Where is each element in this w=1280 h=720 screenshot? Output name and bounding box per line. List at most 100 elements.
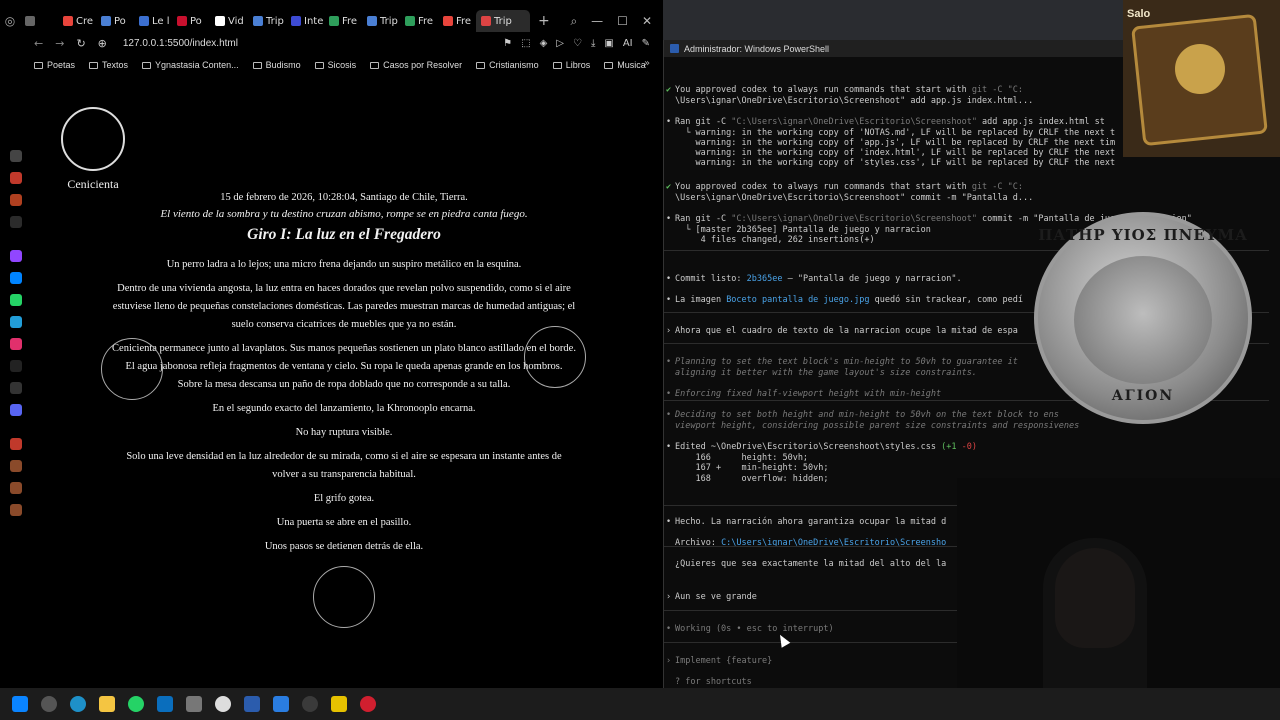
terminal-text: Ran git -C	[675, 214, 732, 224]
bookmark-folder[interactable]: Ygnastasia Conten...	[142, 58, 239, 72]
browser-tab[interactable]: Fre	[438, 10, 476, 32]
terminal-text: Deciding to set both height and min-heig…	[675, 410, 1059, 420]
browser-menu-icon[interactable]: ◎	[0, 14, 20, 28]
settings-icon[interactable]	[10, 504, 22, 516]
store-icon[interactable]	[157, 696, 173, 712]
browser-tab[interactable]: Le l	[134, 10, 172, 32]
folder-icon	[252, 61, 262, 69]
terminal-line: ✔ You approved codex to always run comman…	[664, 182, 1023, 193]
bookmark-icon[interactable]: ⚑	[503, 38, 512, 49]
windows-start-icon[interactable]	[12, 696, 28, 712]
back-button[interactable]: ←	[34, 37, 43, 50]
browser-tab[interactable]: Trip	[476, 10, 530, 32]
discord-icon[interactable]	[10, 404, 22, 416]
bullet-icon: •	[666, 517, 672, 527]
terminal-line: warning: in the working copy of 'app.js'…	[664, 138, 1115, 149]
pen-icon[interactable]: ✎	[642, 38, 650, 49]
sidebar-app-icon[interactable]	[10, 172, 22, 184]
edge-icon[interactable]	[70, 696, 86, 712]
search-tabs-icon[interactable]: ⌕	[570, 14, 577, 29]
sidebar-app-icon[interactable]	[10, 460, 22, 472]
maximize-button[interactable]: ☐	[617, 14, 628, 29]
terminal-line: • Deciding to set both height and min-hei…	[664, 410, 1059, 421]
whatsapp-icon[interactable]	[10, 294, 22, 306]
tiktok-icon[interactable]	[10, 360, 22, 372]
browser-tab[interactable]: Cre	[58, 10, 96, 32]
browser-tab[interactable]: Trip	[248, 10, 286, 32]
bullet-icon: •	[666, 624, 672, 634]
heart-icon[interactable]	[10, 438, 22, 450]
play-icon[interactable]: ▷	[556, 38, 564, 49]
streamer-card: Salo	[1123, 0, 1280, 157]
terminal-text: 166 height: 50vh;	[675, 453, 809, 463]
chatgpt-icon[interactable]	[215, 696, 231, 712]
minimize-button[interactable]: —	[591, 14, 603, 29]
browser-tab[interactable]: Inte	[286, 10, 324, 32]
bookmark-folder[interactable]: Cristianismo	[476, 58, 539, 72]
forward-button[interactable]: →	[55, 37, 64, 50]
terminal-text: -0)	[956, 442, 977, 452]
emblem-image	[1175, 44, 1225, 94]
notes-icon[interactable]	[331, 696, 347, 712]
bullet-icon: •	[666, 389, 672, 399]
heart-icon[interactable]: ♡	[573, 38, 582, 49]
whatsapp-icon[interactable]	[128, 696, 144, 712]
tab-bar: ◎ Cre Po Le l Po Vid Trip Inte Fre Trip Fre Fre Tri…	[0, 8, 660, 34]
choice-ring[interactable]	[313, 566, 375, 628]
terminal-text: Enforcing fixed half-viewport height wit…	[675, 389, 942, 399]
folder-icon	[604, 61, 614, 69]
app-icon[interactable]	[302, 696, 318, 712]
terminal-text: └ [master 2b365ee] Pantalla de juego y n…	[675, 225, 931, 235]
search-icon[interactable]	[41, 696, 57, 712]
bookmark-folder[interactable]: Poetas	[34, 58, 75, 72]
folder-icon	[476, 61, 486, 69]
toolbar-icons: ⚑ ⬚ ◈ ▷ ♡ ⤓ ▣ AI ✎	[503, 38, 660, 49]
bookmark-folder[interactable]: Textos	[89, 58, 128, 72]
bookmark-folder[interactable]: Casos por Resolver	[370, 58, 462, 72]
moon-icon[interactable]	[10, 150, 22, 162]
browser-tab[interactable]: Trip	[362, 10, 400, 32]
narration-paragraph: Un perro ladra a lo lejos; una micro fre…	[166, 259, 522, 270]
file-explorer-icon[interactable]	[99, 696, 115, 712]
bookmark-folder[interactable]: Sicosis	[314, 58, 356, 72]
close-button[interactable]: ✕	[642, 14, 652, 29]
sidebar-app-icon[interactable]	[10, 482, 22, 494]
twitch-icon[interactable]	[10, 250, 22, 262]
x-icon[interactable]	[10, 382, 22, 394]
browser-tab[interactable]: Vid	[210, 10, 248, 32]
bookmark-folder[interactable]: Budismo	[252, 58, 301, 72]
download-icon[interactable]: ⤓	[591, 38, 595, 49]
telegram-icon[interactable]	[10, 316, 22, 328]
vscode-icon[interactable]	[273, 696, 289, 712]
instagram-icon[interactable]	[10, 338, 22, 350]
terminal-title: Administrador: Windows PowerShell	[684, 43, 830, 54]
app-icon[interactable]	[186, 696, 202, 712]
messenger-icon[interactable]	[10, 272, 22, 284]
opera-icon[interactable]	[360, 696, 376, 712]
new-tab-button[interactable]: +	[530, 13, 558, 29]
bookmarks-more-icon[interactable]: »	[644, 58, 650, 69]
browser-tab[interactable]: Fre	[400, 10, 438, 32]
address-bar[interactable]: 127.0.0.1:5500/index.html	[123, 38, 238, 49]
bookmark-folder[interactable]: Libros	[552, 58, 590, 72]
browser-tab[interactable]: Fre	[324, 10, 362, 32]
shield-icon[interactable]: ◈	[540, 38, 548, 49]
bullet-icon: ›	[666, 656, 672, 666]
ai-button[interactable]: AI	[623, 38, 633, 49]
sidebar-app-icon[interactable]	[10, 216, 22, 228]
extensions-icon[interactable]: ▣	[604, 38, 613, 49]
choice-ring[interactable]	[101, 338, 163, 400]
choice-ring[interactable]	[524, 326, 586, 388]
browser-tab[interactable]: Po	[96, 10, 134, 32]
terminal-text: ¿Quieres que sea exactamente la mitad de…	[675, 559, 947, 569]
site-info-icon[interactable]: ⊕	[98, 37, 107, 50]
character-avatar[interactable]	[61, 107, 125, 171]
powershell-taskbar-icon[interactable]	[244, 696, 260, 712]
reload-button[interactable]: ↻	[76, 37, 85, 50]
browser-tab[interactable]: Po	[172, 10, 210, 32]
bookmark-label: Casos por Resolver	[383, 60, 463, 70]
screenshot-icon[interactable]: ⬚	[521, 38, 530, 49]
sidebar-app-icon[interactable]	[10, 194, 22, 206]
browser-tab[interactable]	[20, 10, 58, 32]
bookmark-folder[interactable]: Musica	[604, 58, 646, 72]
